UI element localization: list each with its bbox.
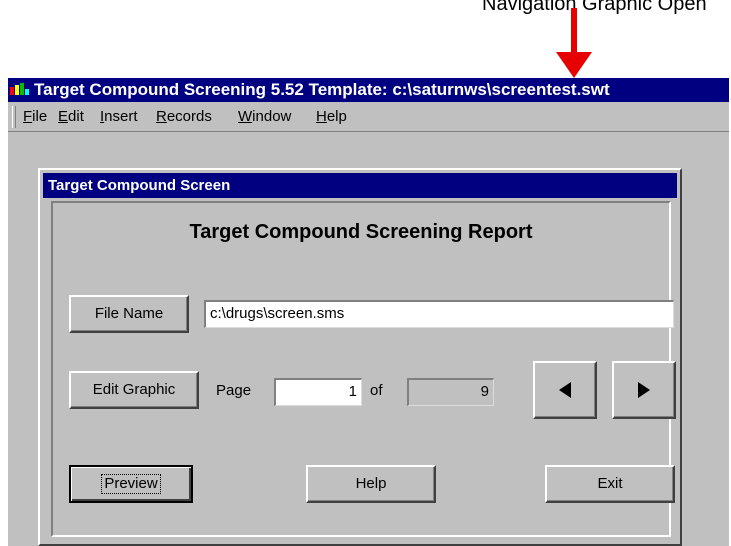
menu-insert[interactable]: Insert bbox=[100, 107, 138, 127]
title-bar: Target Compound Screening 5.52 Template:… bbox=[8, 78, 729, 102]
file-name-field[interactable]: c:\drugs\screen.sms bbox=[204, 300, 674, 328]
triangle-right-icon bbox=[638, 382, 650, 398]
of-label: of bbox=[370, 382, 383, 399]
total-pages-field: 9 bbox=[407, 378, 494, 406]
file-name-button[interactable]: File Name bbox=[69, 295, 189, 333]
window-title: Target Compound Screening 5.52 Template:… bbox=[34, 80, 610, 99]
app-window: Target Compound Screening 5.52 Template:… bbox=[8, 78, 729, 546]
dialog-title-bar: Target Compound Screen bbox=[43, 173, 677, 198]
menu-edit[interactable]: Edit bbox=[58, 107, 84, 127]
previous-page-button[interactable] bbox=[533, 361, 597, 419]
mdi-client-area: Target Compound Screen Target Compound S… bbox=[8, 133, 729, 546]
report-heading: Target Compound Screening Report bbox=[189, 221, 533, 243]
annotation-text: Navigation Graphic Open bbox=[482, 0, 707, 15]
preview-button-label: Preview bbox=[101, 474, 161, 494]
edit-graphic-button[interactable]: Edit Graphic bbox=[69, 371, 199, 409]
menu-grip[interactable] bbox=[12, 106, 16, 128]
menu-records[interactable]: Records bbox=[156, 107, 212, 127]
preview-button[interactable]: Preview bbox=[69, 465, 193, 503]
app-icon[interactable] bbox=[10, 83, 32, 97]
triangle-left-icon bbox=[559, 382, 571, 398]
exit-button[interactable]: Exit bbox=[545, 465, 675, 503]
help-button[interactable]: Help bbox=[306, 465, 436, 503]
target-compound-screen-dialog: Target Compound Screen Target Compound S… bbox=[38, 168, 682, 546]
menu-bar: File Edit Insert Records Window Help bbox=[8, 102, 729, 132]
dialog-body: Target Compound Screening Report File Na… bbox=[51, 201, 676, 537]
red-arrow-icon bbox=[556, 8, 592, 78]
menu-help[interactable]: Help bbox=[316, 107, 347, 127]
page-number-field[interactable]: 1 bbox=[274, 378, 362, 406]
next-page-button[interactable] bbox=[612, 361, 676, 419]
menu-file[interactable]: File bbox=[23, 107, 47, 127]
page-label: Page bbox=[216, 382, 252, 399]
menu-window[interactable]: Window bbox=[238, 107, 291, 127]
